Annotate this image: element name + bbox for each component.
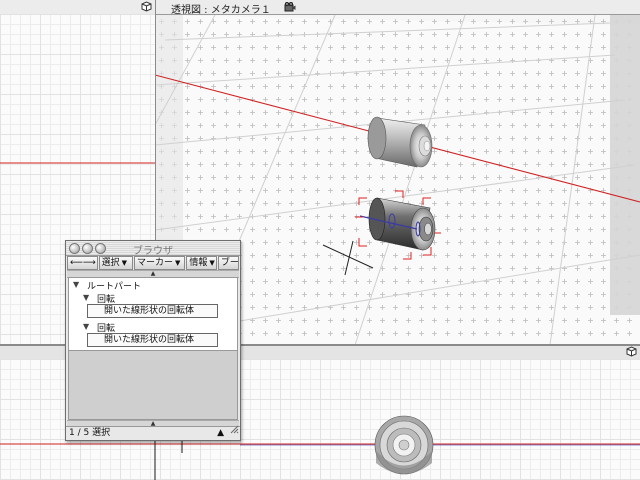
scroll-up-icon[interactable]: ▲ [217,427,224,440]
info-menu-label: 情報 [189,258,208,268]
tree-item[interactable]: 開いた線形状の回転体 [87,333,218,347]
chevron-down-icon: ▼ [121,259,127,267]
properties-pane [68,350,238,420]
browser-title-bar[interactable]: ブラウザ [66,241,240,257]
select-menu[interactable]: 選択 ▼ [98,256,133,270]
cylinder-front-view[interactable] [374,415,434,475]
selection-count: 1 / 5 選択 [69,428,111,438]
disclosure-triangle-icon[interactable]: ▼ [73,280,79,289]
chevron-down-icon: ▼ [174,259,181,267]
select-menu-label: 選択 [101,258,120,268]
status-bar: 1 / 5 選択 ▲ [66,424,240,440]
triangle-up-icon: ▲ [150,270,156,277]
tree-root-label[interactable]: ルートパート [87,279,141,292]
tree-item[interactable]: 開いた線形状の回転体 [87,304,218,318]
viewport-header: 透視図 : メタカメラ１ [155,0,640,16]
part-tree: ▼ ルートパート ▼ 回転 開いた線形状の回転体 ▼ 回転 開いた線形状の回転体 [68,277,238,351]
nav-arrows-button[interactable]: ⟵⟶ [67,256,98,270]
resize-grip-icon[interactable] [229,424,239,439]
info-menu[interactable]: 情報 ▼ [186,256,217,270]
marker-menu[interactable]: マーカー ▼ [133,256,186,270]
extra-menu[interactable]: ブー [217,256,240,270]
viewport-title: 透視図 : メタカメラ１ [171,5,271,16]
disclosure-triangle-icon[interactable]: ▼ [83,322,89,331]
camera-icon[interactable] [284,1,296,13]
chevron-down-icon: ▼ [209,259,215,267]
browser-title: ブラウザ [133,246,173,257]
marker-menu-label: マーカー [136,258,173,268]
browser-toolbar: ⟵⟶ 選択 ▼ マーカー ▼ 情報 ▼ ブー [67,256,240,270]
disclosure-triangle-icon[interactable]: ▼ [83,293,89,302]
browser-window[interactable]: ブラウザ ⟵⟶ 選択 ▼ マーカー ▼ 情報 ▼ ブー ▲ ▼ ルートパート ▼ 回転… [65,240,241,441]
